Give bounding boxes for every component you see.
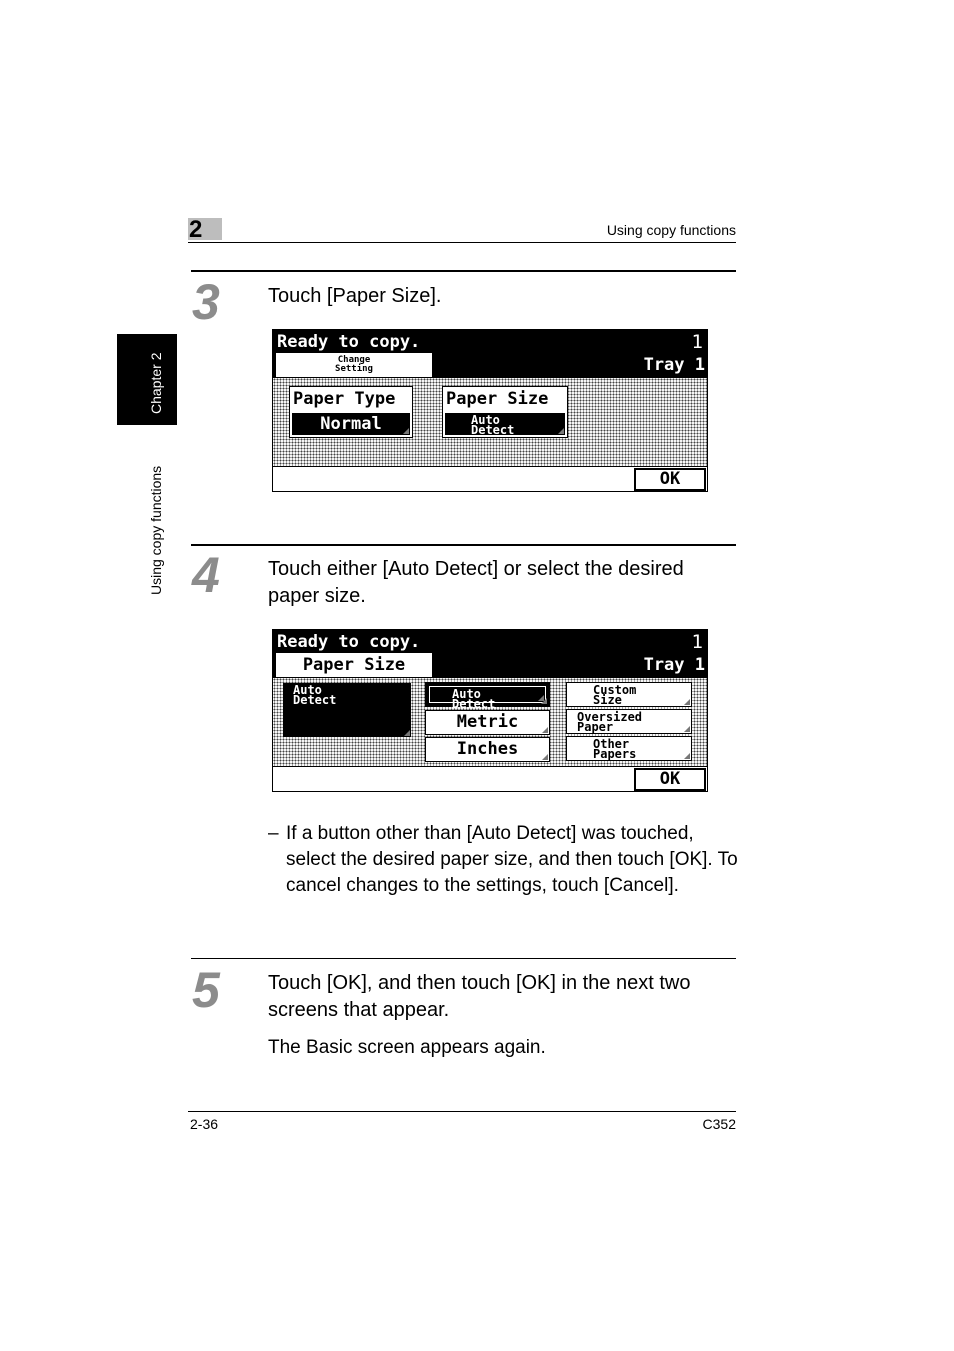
status-message: Ready to copy.	[277, 332, 421, 352]
step-4-note: If a button other than [Auto Detect] was…	[286, 823, 738, 896]
copy-count: 1	[691, 631, 703, 653]
tray-indicator: Tray 1	[643, 355, 705, 375]
screen-work-area: Paper Type Normal Paper Size Auto Detect	[273, 378, 707, 466]
tray-indicator: Tray 1	[643, 655, 705, 675]
screen-work-area: Auto Detect Auto Detect Metric Inches Cu…	[273, 678, 707, 766]
step-3-rule	[191, 270, 736, 272]
note-dash: –	[268, 823, 279, 844]
paper-type-button[interactable]: Normal	[292, 413, 410, 435]
custom-size-button[interactable]: Custom Size	[566, 682, 692, 707]
model-name: C352	[702, 1116, 736, 1132]
oversized-paper-button[interactable]: Oversized Paper	[566, 709, 692, 734]
other-papers-button[interactable]: Other Papers	[566, 736, 692, 761]
status-message: Ready to copy.	[277, 632, 421, 652]
auto-detect-button[interactable]: Auto Detect	[425, 682, 550, 710]
step-3-instruction: Touch [Paper Size].	[268, 285, 442, 307]
screen-status-bar: Ready to copy. 1 Tray 1 Paper Size	[273, 630, 707, 678]
step-3-number: 3	[192, 274, 220, 330]
step-5-result: The Basic screen appears again.	[268, 1037, 546, 1058]
inches-button[interactable]: Inches	[425, 737, 550, 762]
step-4-instruction: Touch either [Auto Detect] or select the…	[268, 558, 684, 607]
tab-change-setting[interactable]: Change Setting	[276, 353, 432, 377]
paper-size-label: Paper Size	[446, 389, 549, 409]
ok-button[interactable]: OK	[634, 468, 706, 491]
ok-button[interactable]: OK	[634, 768, 706, 791]
screen-change-setting: Ready to copy. 1 Tray 1 Change Setting P…	[272, 329, 708, 492]
chapter-number: 2	[189, 216, 203, 243]
side-tab-section-label: Using copy functions	[148, 465, 164, 595]
current-paper-size-display: Auto Detect	[283, 683, 411, 737]
step-5-number: 5	[192, 962, 220, 1018]
page-number: 2-36	[190, 1116, 219, 1132]
copy-count: 1	[691, 331, 703, 353]
screen-paper-size: Ready to copy. 1 Tray 1 Paper Size Auto …	[272, 629, 708, 792]
running-header-title: Using copy functions	[606, 222, 736, 238]
screen-status-bar: Ready to copy. 1 Tray 1 Change Setting	[273, 330, 707, 378]
footer-rule	[188, 1111, 736, 1112]
paper-size-group: Paper Size Auto Detect	[442, 386, 568, 438]
paper-type-group: Paper Type Normal	[289, 386, 413, 438]
paper-type-label: Paper Type	[293, 389, 396, 409]
tab-paper-size[interactable]: Paper Size	[276, 653, 432, 677]
paper-size-button[interactable]: Auto Detect	[445, 413, 565, 436]
side-tab-chapter-label: Chapter 2	[148, 352, 164, 414]
step-4-rule	[191, 544, 736, 546]
step-5-instruction: Touch [OK], and then touch [OK] in the n…	[268, 972, 691, 1021]
header-rule	[188, 242, 736, 243]
step-5-rule	[191, 958, 736, 959]
metric-button[interactable]: Metric	[425, 710, 550, 735]
step-4-number: 4	[192, 547, 220, 603]
